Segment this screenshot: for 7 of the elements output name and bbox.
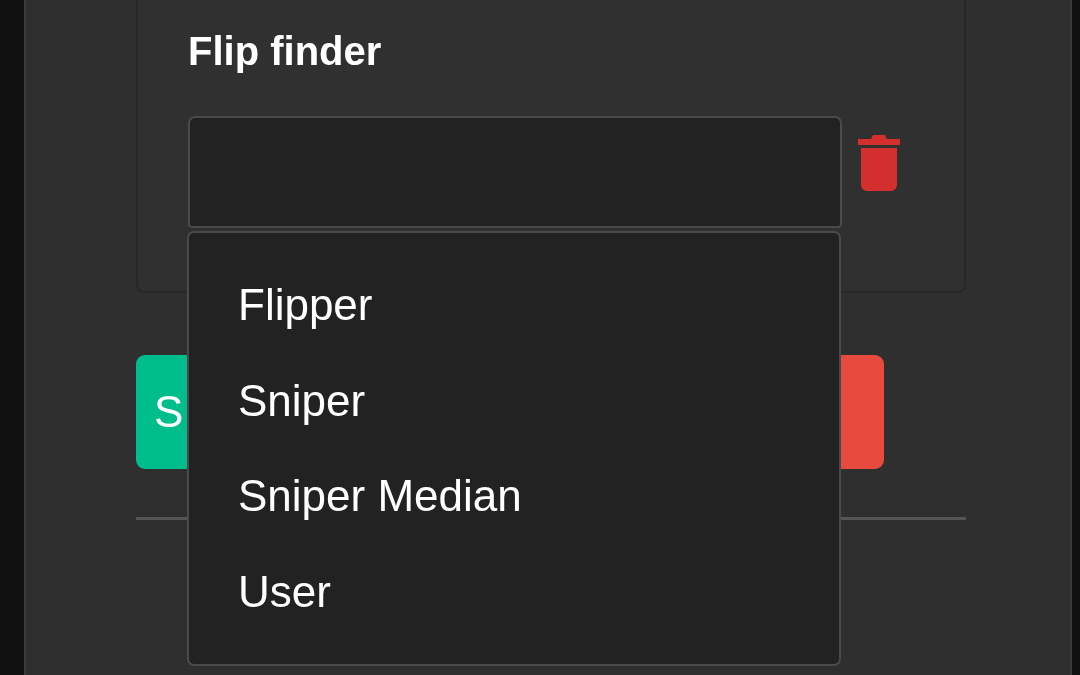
menu-option[interactable]: Sniper	[189, 352, 839, 449]
card-title: Flip finder	[188, 28, 383, 74]
select-field[interactable]	[188, 116, 842, 228]
menu-option[interactable]: Flipper	[189, 257, 839, 353]
trash-icon[interactable]	[858, 135, 900, 191]
menu-option[interactable]: Sniper Median	[189, 448, 839, 545]
menu-option[interactable]: User	[189, 544, 839, 640]
